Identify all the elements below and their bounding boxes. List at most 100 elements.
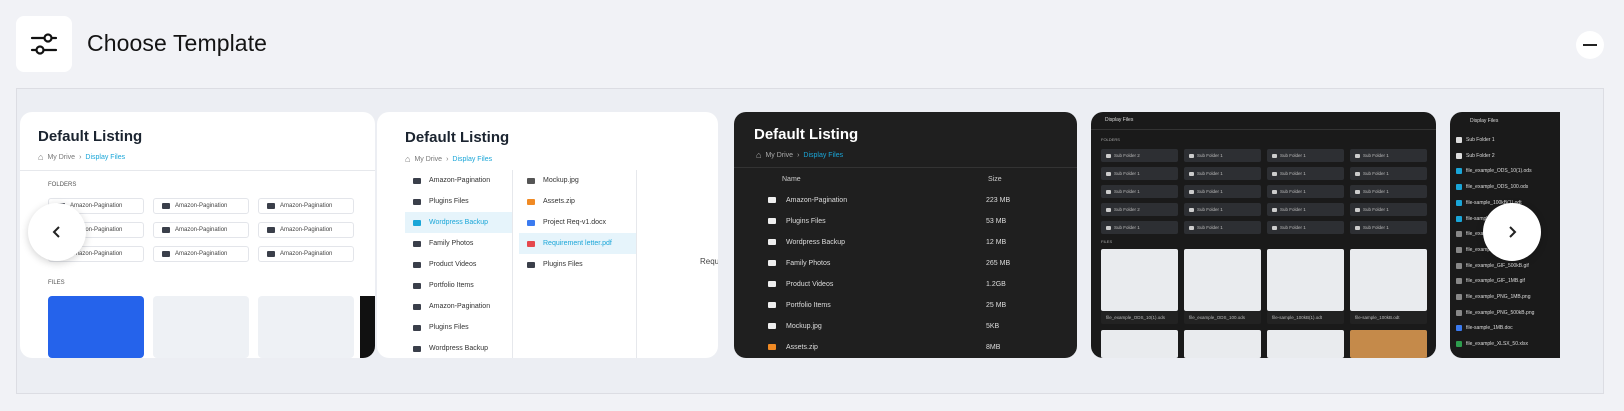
file-thumbnail (1267, 330, 1344, 358)
home-icon: ⌂ (405, 154, 411, 164)
list-item: file_example_ODS_100.ods (1456, 179, 1552, 195)
template-card-dark-grid[interactable]: Display Files FOLDERS Sub Folder 2 Sub Fo… (1091, 112, 1436, 358)
table-row: Amazon-Pagination 223 MB (768, 190, 1058, 210)
list-item: Amazon-Pagination (405, 296, 512, 317)
card-title: Default Listing (405, 129, 510, 146)
file-thumbnail (153, 296, 249, 358)
file-thumbnail (1101, 249, 1178, 311)
list-item: file_example_PNG_500kB.png (1456, 305, 1552, 321)
breadcrumb: ⌂ My Drive › Display Files (405, 154, 493, 164)
table-row: Wordpress Backup 12 MB (768, 232, 1058, 252)
folder-item: Sub Folder 1 (1267, 221, 1344, 234)
folder-item: Sub Folder 1 (1184, 167, 1261, 180)
column-header-size: Size (988, 175, 1002, 183)
folder-item: Sub Folder 1 (1101, 185, 1178, 198)
folder-item: Amazon-Pagination (153, 246, 249, 262)
breadcrumb: ⌂ My Drive › Display Files (38, 152, 126, 162)
template-carousel: Default Listing ⌂ My Drive › Display Fil… (16, 88, 1604, 394)
folder-item: Sub Folder 2 (1101, 203, 1178, 216)
folder-item: Sub Folder 1 (1350, 149, 1427, 162)
list-item: Assets.zip (519, 191, 636, 212)
folder-item: Amazon-Pagination (258, 222, 354, 238)
file-name: file-sample_100kB(1).odt (1267, 311, 1344, 324)
list-item: file_example_ODS_10(1).ods (1456, 163, 1552, 179)
folder-item: Amazon-Pagination (258, 198, 354, 214)
list-item: file-sample_1MB.doc (1456, 320, 1552, 336)
preview-text: Requi (700, 257, 718, 266)
list-item-selected: Wordpress Backup (405, 212, 512, 233)
collapse-button[interactable] (1576, 31, 1604, 59)
table-row: Plugins Files 53 MB (768, 211, 1058, 231)
folder-item: Sub Folder 2 (1101, 149, 1178, 162)
files-label: FILES (1101, 239, 1113, 244)
sliders-icon (16, 16, 72, 72)
folder-item: Sub Folder 1 (1101, 221, 1178, 234)
table-row: Family Photos 265 MB (768, 253, 1058, 273)
folder-item: Sub Folder 1 (1184, 185, 1261, 198)
folder-item: Sub Folder 1 (1350, 167, 1427, 180)
breadcrumb-root: My Drive (47, 153, 76, 161)
list-item: Wordpress Backup (405, 338, 512, 358)
files-label: FILES (48, 280, 65, 286)
list-item: Mockup.jpg (519, 170, 636, 191)
chevron-right-icon (1509, 226, 1517, 238)
file-thumbnail (1267, 249, 1344, 311)
file-thumbnail (48, 296, 144, 358)
list-item: Plugins Files (405, 317, 512, 338)
list-item: Plugins Files (519, 254, 636, 275)
template-card-dark-table[interactable]: Default Listing ⌂ My Drive › Display Fil… (734, 112, 1077, 358)
home-icon: ⌂ (756, 150, 762, 160)
card-title: Display Files (1470, 118, 1499, 124)
list-item: Project Req-v1.docx (519, 212, 636, 233)
folder-item: Sub Folder 1 (1350, 185, 1427, 198)
breadcrumb-root: My Drive (765, 151, 794, 159)
template-card-default-column[interactable]: Default Listing ⌂ My Drive › Display Fil… (377, 112, 718, 358)
column-1: Amazon-Pagination Plugins Files Wordpres… (405, 170, 513, 358)
column-header-name: Name (782, 175, 801, 183)
folder-item: Sub Folder 1 (1184, 203, 1261, 216)
folder-item: Sub Folder 1 (1101, 167, 1178, 180)
file-thumbnail (1350, 249, 1427, 311)
folder-item: Amazon-Pagination (258, 246, 354, 262)
folder-item: Sub Folder 1 (1267, 203, 1344, 216)
list-item: Amazon-Pagination (405, 170, 512, 191)
chevron-left-icon (52, 226, 60, 238)
file-name: file_example_ODS_100.ods (1184, 311, 1261, 324)
minus-icon (1583, 44, 1597, 46)
carousel-prev-button[interactable] (28, 203, 86, 261)
breadcrumb-current: Display Files (85, 153, 126, 161)
folder-item: Sub Folder 1 (1184, 149, 1261, 162)
card-title: Display Files (1105, 117, 1134, 123)
list-item: Family Photos (405, 233, 512, 254)
folders-label: FOLDERS (1101, 137, 1120, 142)
list-item: Portfolio Items (405, 275, 512, 296)
column-2: Mockup.jpg Assets.zip Project Req-v1.doc… (519, 170, 637, 358)
card-title: Default Listing (38, 128, 143, 145)
list-item: Sub Folder 2 (1456, 148, 1552, 164)
table-row: Assets.zip 8MB (768, 337, 1058, 357)
folder-item: Sub Folder 1 (1350, 203, 1427, 216)
table-row: Product Videos 1.2GB (768, 274, 1058, 294)
list-item: file_example_GIF_1MB.gif (1456, 273, 1552, 289)
folder-item: Sub Folder 1 (1267, 185, 1344, 198)
file-name: file-sample_100kB.odt (1350, 311, 1427, 324)
list-item: file_example_PNG_1MB.png (1456, 289, 1552, 305)
carousel-next-button[interactable] (1483, 203, 1541, 261)
folder-item: Sub Folder 1 (1184, 221, 1261, 234)
folder-item: Sub Folder 1 (1267, 149, 1344, 162)
folder-item: Sub Folder 1 (1350, 221, 1427, 234)
card-title: Default Listing (754, 126, 859, 143)
breadcrumb: ⌂ My Drive › Display Files (756, 150, 844, 160)
file-thumbnail (1184, 330, 1261, 358)
breadcrumb-current: Display Files (803, 151, 844, 159)
folder-item: Sub Folder 1 (1267, 167, 1344, 180)
table-row: Mockup.jpg 5KB (768, 316, 1058, 336)
table-row: Portfolio Items 25 MB (768, 295, 1058, 315)
home-icon: ⌂ (38, 152, 44, 162)
file-thumbnail (1350, 330, 1427, 358)
file-thumbnail (258, 296, 354, 358)
folder-item: Amazon-Pagination (153, 198, 249, 214)
list-item: Sub Folder 1 (1456, 132, 1552, 148)
folder-item: Amazon-Pagination (153, 222, 249, 238)
file-name: file_example_ODS_10(1).ods (1101, 311, 1178, 324)
